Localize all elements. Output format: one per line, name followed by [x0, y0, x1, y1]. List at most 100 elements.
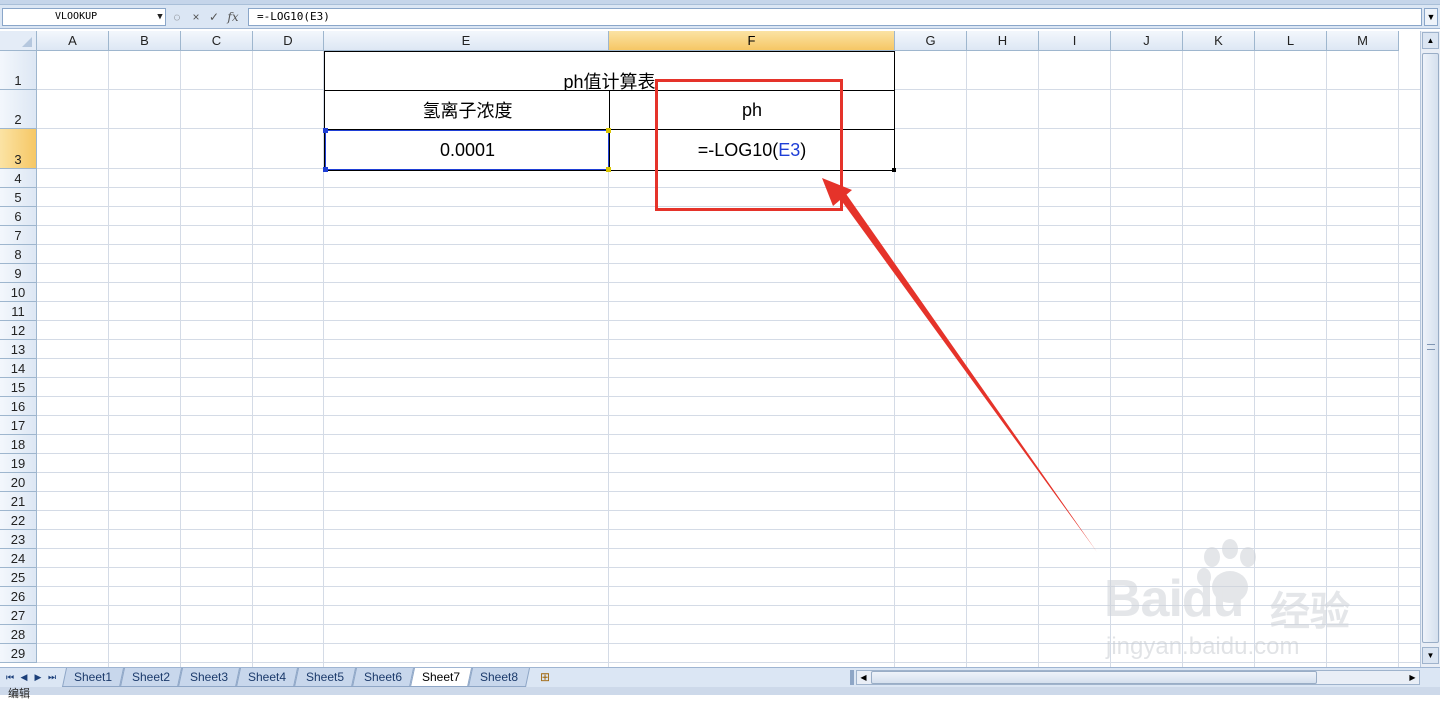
insert-function-icon[interactable]: fx [224, 8, 242, 26]
gridline-horizontal [37, 358, 1420, 359]
column-header[interactable]: L [1255, 31, 1327, 51]
column-header[interactable]: I [1039, 31, 1111, 51]
sheet-tab[interactable]: Sheet2 [119, 668, 183, 687]
row-header[interactable]: 5 [0, 188, 37, 207]
row-header[interactable]: 17 [0, 416, 37, 435]
name-box-value: VLOOKUP [55, 11, 98, 22]
sheet-tab-bar: ⏮ ◀ ▶ ⏭ Sheet1 Sheet2 Sheet3 Sheet4 Sheet5 Sh… [0, 667, 1440, 687]
next-sheet-icon[interactable]: ▶ [32, 670, 44, 684]
sheet-tab[interactable]: Sheet7 [409, 668, 473, 687]
row-header[interactable]: 24 [0, 549, 37, 568]
row-header[interactable]: 13 [0, 340, 37, 359]
sheet-tab[interactable]: Sheet3 [177, 668, 241, 687]
gridline-horizontal [37, 510, 1420, 511]
column-header[interactable]: D [253, 31, 324, 51]
row-header[interactable]: 6 [0, 207, 37, 226]
formula-bar-expand-icon[interactable]: ▼ [1424, 8, 1438, 26]
column-header[interactable]: E [324, 31, 609, 51]
column-header[interactable]: C [181, 31, 253, 51]
chevron-down-icon[interactable]: ▼ [153, 9, 167, 25]
row-header[interactable]: 21 [0, 492, 37, 511]
horizontal-scroll-thumb[interactable] [871, 671, 1317, 684]
column-header[interactable]: A [37, 31, 109, 51]
horizontal-scrollbar[interactable]: ◀ ▶ [856, 670, 1420, 685]
sheet-tab[interactable]: Sheet6 [351, 668, 415, 687]
gridline-horizontal [37, 225, 1420, 226]
scroll-up-icon[interactable]: ▲ [1422, 32, 1439, 49]
row-header[interactable]: 8 [0, 245, 37, 264]
row-header[interactable]: 22 [0, 511, 37, 530]
row-header[interactable]: 20 [0, 473, 37, 492]
column-header[interactable]: F [609, 31, 895, 51]
gridline-horizontal [37, 396, 1420, 397]
annotation-highlight-box [655, 79, 843, 211]
scroll-right-icon[interactable]: ▶ [1406, 671, 1419, 684]
gridline-vertical [966, 51, 967, 667]
row-header[interactable]: 3 [0, 129, 37, 169]
reference-highlight [323, 128, 611, 172]
first-sheet-icon[interactable]: ⏮ [4, 670, 16, 684]
row-header[interactable]: 15 [0, 378, 37, 397]
formula-input[interactable]: =-LOG10(E3) [248, 8, 1422, 26]
column-header[interactable]: B [109, 31, 181, 51]
column-header[interactable]: J [1111, 31, 1183, 51]
header-concentration: 氢离子浓度 [422, 101, 513, 121]
row-header[interactable]: 28 [0, 625, 37, 644]
row-header[interactable]: 2 [0, 90, 37, 129]
last-sheet-icon[interactable]: ⏭ [46, 670, 58, 684]
scroll-left-icon[interactable]: ◀ [857, 671, 870, 684]
sheet-tab[interactable]: Sheet8 [467, 668, 531, 687]
sheet-tab[interactable]: Sheet5 [293, 668, 357, 687]
column-header[interactable]: K [1183, 31, 1255, 51]
column-header[interactable]: M [1327, 31, 1399, 51]
row-header[interactable]: 10 [0, 283, 37, 302]
row-header[interactable]: 11 [0, 302, 37, 321]
header-cell-concentration[interactable]: 氢离子浓度 [324, 90, 610, 130]
enter-icon[interactable]: ✓ [206, 8, 222, 26]
gridline-vertical [252, 51, 253, 667]
gridline-horizontal [37, 282, 1420, 283]
formula-bar: VLOOKUP ▼ ◌ × ✓ fx =-LOG10(E3) ▼ [0, 5, 1440, 29]
gridline-horizontal [37, 491, 1420, 492]
row-header[interactable]: 18 [0, 435, 37, 454]
expand-circle-icon[interactable]: ◌ [170, 8, 184, 26]
vertical-scrollbar[interactable]: ▲ ▼ [1420, 31, 1440, 667]
column-header[interactable]: G [895, 31, 967, 51]
gridline-vertical [1038, 51, 1039, 667]
gridline-vertical [1398, 51, 1399, 667]
range-handle[interactable] [323, 167, 328, 172]
status-bar: 编辑 [0, 687, 1440, 700]
cancel-icon[interactable]: × [188, 8, 204, 26]
range-handle[interactable] [606, 167, 611, 172]
name-box[interactable]: VLOOKUP ▼ [2, 8, 166, 26]
row-header[interactable]: 19 [0, 454, 37, 473]
row-header[interactable]: 9 [0, 264, 37, 283]
sheet-tab[interactable]: Sheet4 [235, 668, 299, 687]
select-all-corner[interactable] [0, 31, 37, 51]
row-header[interactable]: 16 [0, 397, 37, 416]
gridline-horizontal [37, 529, 1420, 530]
row-header[interactable]: 25 [0, 568, 37, 587]
row-header[interactable]: 14 [0, 359, 37, 378]
scroll-down-icon[interactable]: ▼ [1422, 647, 1439, 664]
fill-handle[interactable] [892, 168, 896, 172]
row-header[interactable]: 29 [0, 644, 37, 663]
row-header[interactable]: 12 [0, 321, 37, 340]
vertical-scroll-thumb[interactable] [1422, 53, 1439, 643]
insert-sheet-icon[interactable]: ⊞ [534, 669, 556, 686]
prev-sheet-icon[interactable]: ◀ [18, 670, 30, 684]
range-handle[interactable] [323, 128, 328, 133]
row-header[interactable]: 1 [0, 51, 37, 90]
row-header[interactable]: 27 [0, 606, 37, 625]
row-header[interactable]: 23 [0, 530, 37, 549]
row-header[interactable]: 7 [0, 226, 37, 245]
watermark-brand: Baidu [1104, 570, 1244, 628]
column-header[interactable]: H [967, 31, 1039, 51]
row-header[interactable]: 4 [0, 169, 37, 188]
gridline-horizontal [37, 320, 1420, 321]
gridline-horizontal [37, 377, 1420, 378]
range-handle[interactable] [606, 128, 611, 133]
row-header[interactable]: 26 [0, 587, 37, 606]
sheet-tab[interactable]: Sheet1 [61, 668, 125, 687]
tab-split-handle[interactable] [850, 670, 854, 685]
